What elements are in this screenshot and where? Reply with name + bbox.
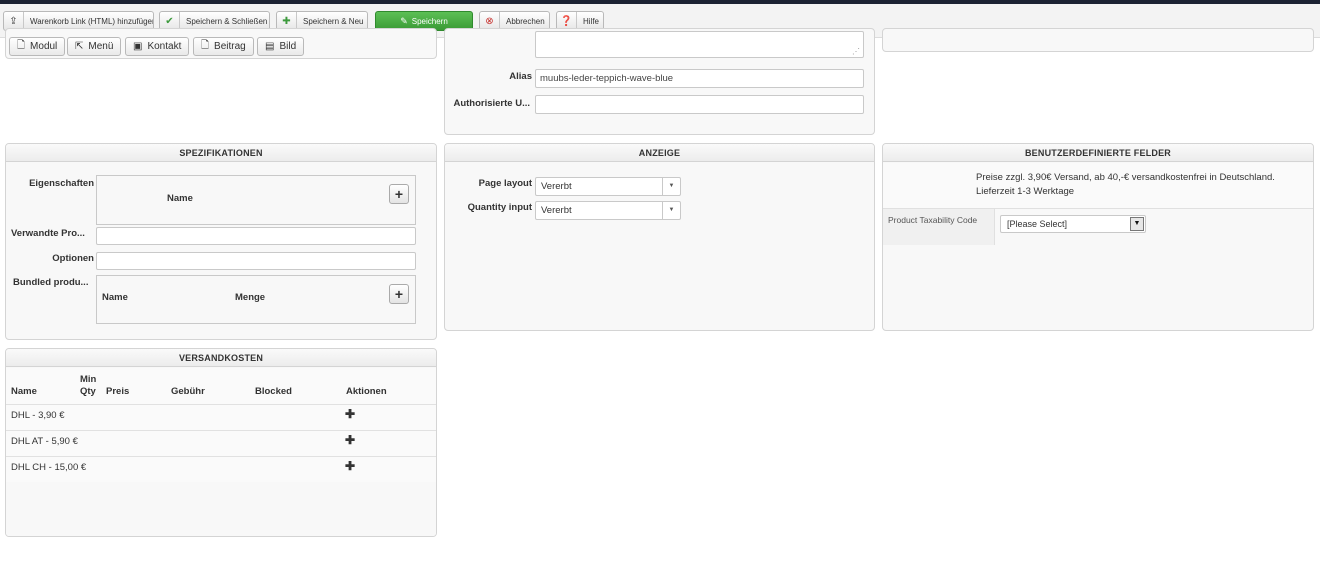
authorised-input[interactable] — [535, 95, 864, 114]
table-row: DHL - 3,90 € ✚ — [6, 404, 436, 430]
related-products-input[interactable] — [96, 227, 416, 245]
shipping-costs-title: VERSANDKOSTEN — [6, 349, 436, 367]
shipping-name-header: Name — [11, 386, 37, 397]
shipping-row-name: DHL CH - 15,00 € — [11, 462, 87, 473]
editor-button-article[interactable]: 🗋 Beitrag — [193, 37, 254, 56]
bundled-quantity-header: Menge — [235, 292, 266, 303]
editor-button-menu[interactable]: ⇱ Menü — [67, 37, 122, 56]
editor-button-contact[interactable]: ▣ Kontakt — [125, 37, 190, 56]
cancel-label: Abbrechen — [506, 16, 545, 26]
save-and-new-label: Speichern & Neu — [303, 16, 364, 26]
resize-handle-icon[interactable]: ⋰ — [852, 47, 860, 57]
editor-button-module-label: Modul — [30, 41, 58, 52]
quantity-input-value: Vererbt — [541, 205, 572, 216]
editor-button-image[interactable]: ▤ Bild — [257, 37, 305, 56]
options-input[interactable] — [96, 252, 416, 270]
page-layout-value: Vererbt — [541, 181, 572, 192]
shipping-actions-header: Aktionen — [346, 386, 387, 397]
shipping-min-header: Min — [80, 374, 97, 385]
share-icon: ⇱ — [75, 41, 84, 52]
add-action-icon[interactable]: ✚ — [345, 433, 355, 447]
shipping-row-name: DHL - 3,90 € — [11, 410, 65, 421]
related-products-label: Verwandte Pro... — [11, 228, 85, 239]
bundled-products-table: Name Menge + — [96, 275, 416, 324]
shipping-table-empty-area — [6, 482, 436, 536]
page-layout-select[interactable]: Vererbt ▼ — [535, 177, 681, 196]
page-layout-label: Page layout — [478, 178, 532, 189]
display-title: ANZEIGE — [445, 144, 874, 162]
tax-code-value: [Please Select] — [1007, 219, 1068, 229]
contact-icon: ▣ — [133, 41, 143, 52]
editor-button-image-label: Bild — [279, 41, 297, 52]
document-plus-icon: 🗋 — [201, 40, 210, 51]
table-row: DHL AT - 5,90 € ✚ — [6, 430, 436, 456]
chevron-down-icon: ▼ — [662, 178, 680, 195]
shipping-blocked-header: Blocked — [255, 386, 292, 397]
right-top-panel — [882, 28, 1314, 52]
bundled-name-header: Name — [102, 292, 128, 303]
details-panel: ⋰ Alias muubs-leder-teppich-wave-blue Au… — [444, 28, 875, 135]
add-property-button[interactable]: + — [389, 184, 409, 204]
editor-button-contact-label: Kontakt — [147, 41, 182, 52]
bundled-products-label: Bundled produ... — [13, 277, 89, 288]
tax-code-label: Product Taxability Code — [888, 215, 978, 225]
custom-fields-note: Preise zzgl. 3,90€ Versand, ab 40,-€ ver… — [883, 163, 1313, 209]
properties-label: Eigenschaften — [29, 178, 94, 189]
table-row: DHL CH - 15,00 € ✚ — [6, 456, 436, 482]
display-panel: ANZEIGE Page layout Vererbt ▼ Quantity i… — [444, 143, 875, 331]
custom-fields-title: BENUTZERDEFINIERTE FELDER — [883, 144, 1313, 162]
plus-icon: + — [394, 186, 404, 202]
editor-button-article-label: Beitrag — [214, 41, 246, 52]
options-label: Optionen — [52, 253, 94, 264]
shipping-row-name: DHL AT - 5,90 € — [11, 436, 78, 447]
quantity-input-select[interactable]: Vererbt ▼ — [535, 201, 681, 220]
save-and-close-label: Speichern & Schließen — [186, 16, 268, 26]
shipping-note: Preise zzgl. 3,90€ Versand, ab 40,-€ ver… — [976, 172, 1275, 183]
shipping-table: Name Min Qty Preis Gebühr Blocked Aktion… — [6, 368, 436, 536]
save-label: Speichern — [411, 16, 448, 26]
delivery-time-note: Lieferzeit 1-3 Werktage — [976, 186, 1075, 197]
add-action-icon[interactable]: ✚ — [345, 459, 355, 473]
specifications-title: SPEZIFIKATIONEN — [6, 144, 436, 162]
editor-button-menu-label: Menü — [88, 41, 114, 52]
shipping-fee-header: Gebühr — [171, 386, 205, 397]
tax-code-select[interactable]: [Please Select] ▼ — [1000, 215, 1146, 233]
add-cart-link-label: Warenkorb Link (HTML) hinzufügen — [30, 16, 154, 26]
chevron-down-icon: ▼ — [662, 202, 680, 219]
custom-fields-panel: BENUTZERDEFINIERTE FELDER Preise zzgl. 3… — [882, 143, 1314, 331]
description-textarea[interactable]: ⋰ — [535, 31, 864, 58]
properties-table: Name + — [96, 175, 416, 225]
shipping-price-header: Preis — [106, 386, 130, 397]
properties-name-header: Name — [167, 193, 193, 204]
quantity-input-label: Quantity input — [467, 202, 532, 213]
authorised-label: Authorisierte U... — [453, 98, 530, 109]
shipping-costs-panel: VERSANDKOSTEN Name Min Qty Preis Gebühr … — [5, 348, 437, 537]
alias-label: Alias — [509, 71, 532, 82]
tax-label-cell: Product Taxability Code — [883, 209, 995, 245]
editor-button-module[interactable]: 🗋 Modul — [9, 37, 66, 56]
chevron-down-icon[interactable]: ▼ — [1130, 217, 1144, 231]
editor-panel: 🗋 Modul ⇱ Menü ▣ Kontakt 🗋 Beitrag ▤ Bild — [5, 28, 437, 59]
add-bundled-product-button[interactable]: + — [389, 284, 409, 304]
specifications-panel: SPEZIFIKATIONEN Eigenschaften Name + Ver… — [5, 143, 437, 340]
edit-icon: ✎ — [400, 15, 408, 26]
document-icon: 🗋 — [17, 40, 26, 51]
help-label: Hilfe — [583, 16, 600, 26]
image-icon: ▤ — [265, 41, 275, 52]
plus-icon: + — [394, 286, 404, 302]
shipping-qty-header: Qty — [80, 386, 96, 397]
add-action-icon[interactable]: ✚ — [345, 407, 355, 421]
alias-input[interactable]: muubs-leder-teppich-wave-blue — [535, 69, 864, 88]
